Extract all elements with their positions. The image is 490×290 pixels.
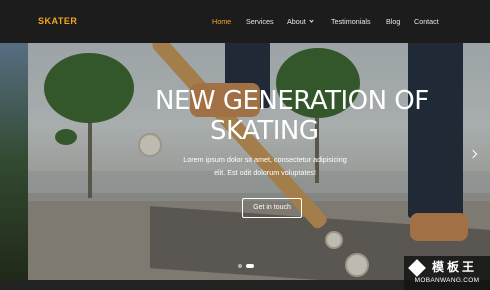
nav-item-testimonials[interactable]: Testimonials [331,17,371,26]
hero-subtitle-line2: elit. Est odit dolorum voluptates! [214,168,316,177]
get-in-touch-button[interactable]: Get in touch [242,198,302,218]
slider-dots [238,264,254,268]
site-logo[interactable]: SKATER [38,16,77,26]
nav-item-blog[interactable]: Blog [386,17,400,26]
nav-item-about[interactable]: About [287,17,314,26]
nav-item-services[interactable]: Services [246,17,274,26]
hero-subtitle: Lorem ipsum dolor sit amet, consectetur … [160,153,370,179]
site-header: SKATER Home Services About Testimonials … [0,0,490,43]
hero-title-line1: NEW GENERATION OF [155,86,429,116]
watermark-text-en: MOBANWANG.COM [414,277,480,284]
hero-subtitle-line1: Lorem ipsum dolor sit amet, consectetur … [183,155,347,164]
watermark-text-cn: 模板王 [432,260,478,274]
slider-dot-active[interactable] [246,264,254,268]
nav-item-contact[interactable]: Contact [414,17,439,26]
hero-slider: NEW GENERATION OF SKATING Lorem ipsum do… [0,43,490,280]
nav-item-home[interactable]: Home [212,17,231,26]
nav-item-about-label: About [287,17,306,26]
chevron-down-icon [309,18,314,23]
hero-title-line2: SKATING [210,116,319,146]
slider-dot[interactable] [238,264,242,268]
